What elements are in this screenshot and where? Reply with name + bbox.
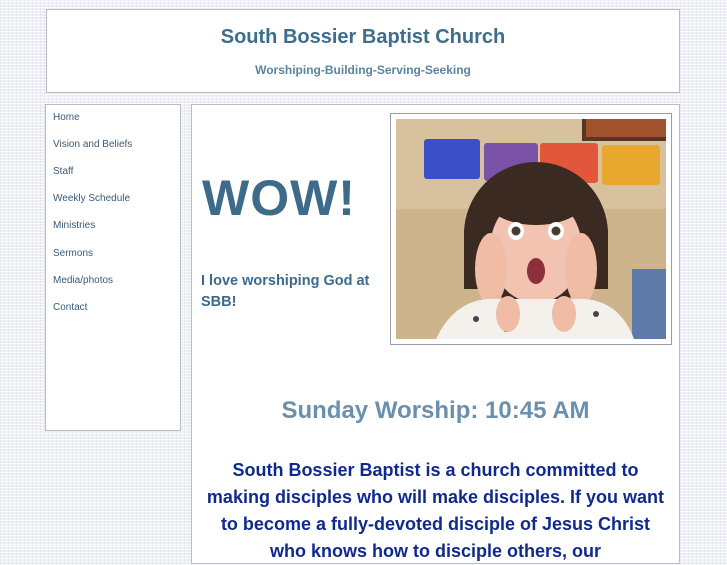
site-tagline: Worshiping-Building-Serving-Seeking [255, 63, 471, 77]
sidebar-nav: Home Vision and Beliefs Staff Weekly Sch… [45, 104, 181, 431]
photo-frame [390, 113, 672, 345]
nav-link-sermons[interactable]: Sermons [53, 248, 93, 259]
worship-time: Sunday Worship: 10:45 AM [281, 397, 590, 424]
photo-caption: I love worshiping God at SBB! [201, 273, 370, 310]
nav-link-ministries[interactable]: Ministries [53, 220, 95, 231]
site-header: South Bossier Baptist Church Worshiping-… [46, 9, 680, 93]
nav-link-contact[interactable]: Contact [53, 302, 87, 313]
headline: WOW! [202, 170, 356, 226]
nav-link-staff[interactable]: Staff [53, 166, 73, 177]
main-content: WOW! I love worshiping God at SBB! Sunda… [191, 104, 680, 564]
girl-photo [396, 119, 666, 339]
site-title: South Bossier Baptist Church [220, 26, 506, 48]
mission-statement: South Bossier Baptist is a church commit… [206, 460, 665, 561]
nav-link-schedule[interactable]: Weekly Schedule [53, 193, 130, 204]
nav-link-media[interactable]: Media/photos [53, 275, 113, 286]
nav-link-vision[interactable]: Vision and Beliefs [53, 139, 132, 150]
nav-link-home[interactable]: Home [53, 112, 80, 123]
